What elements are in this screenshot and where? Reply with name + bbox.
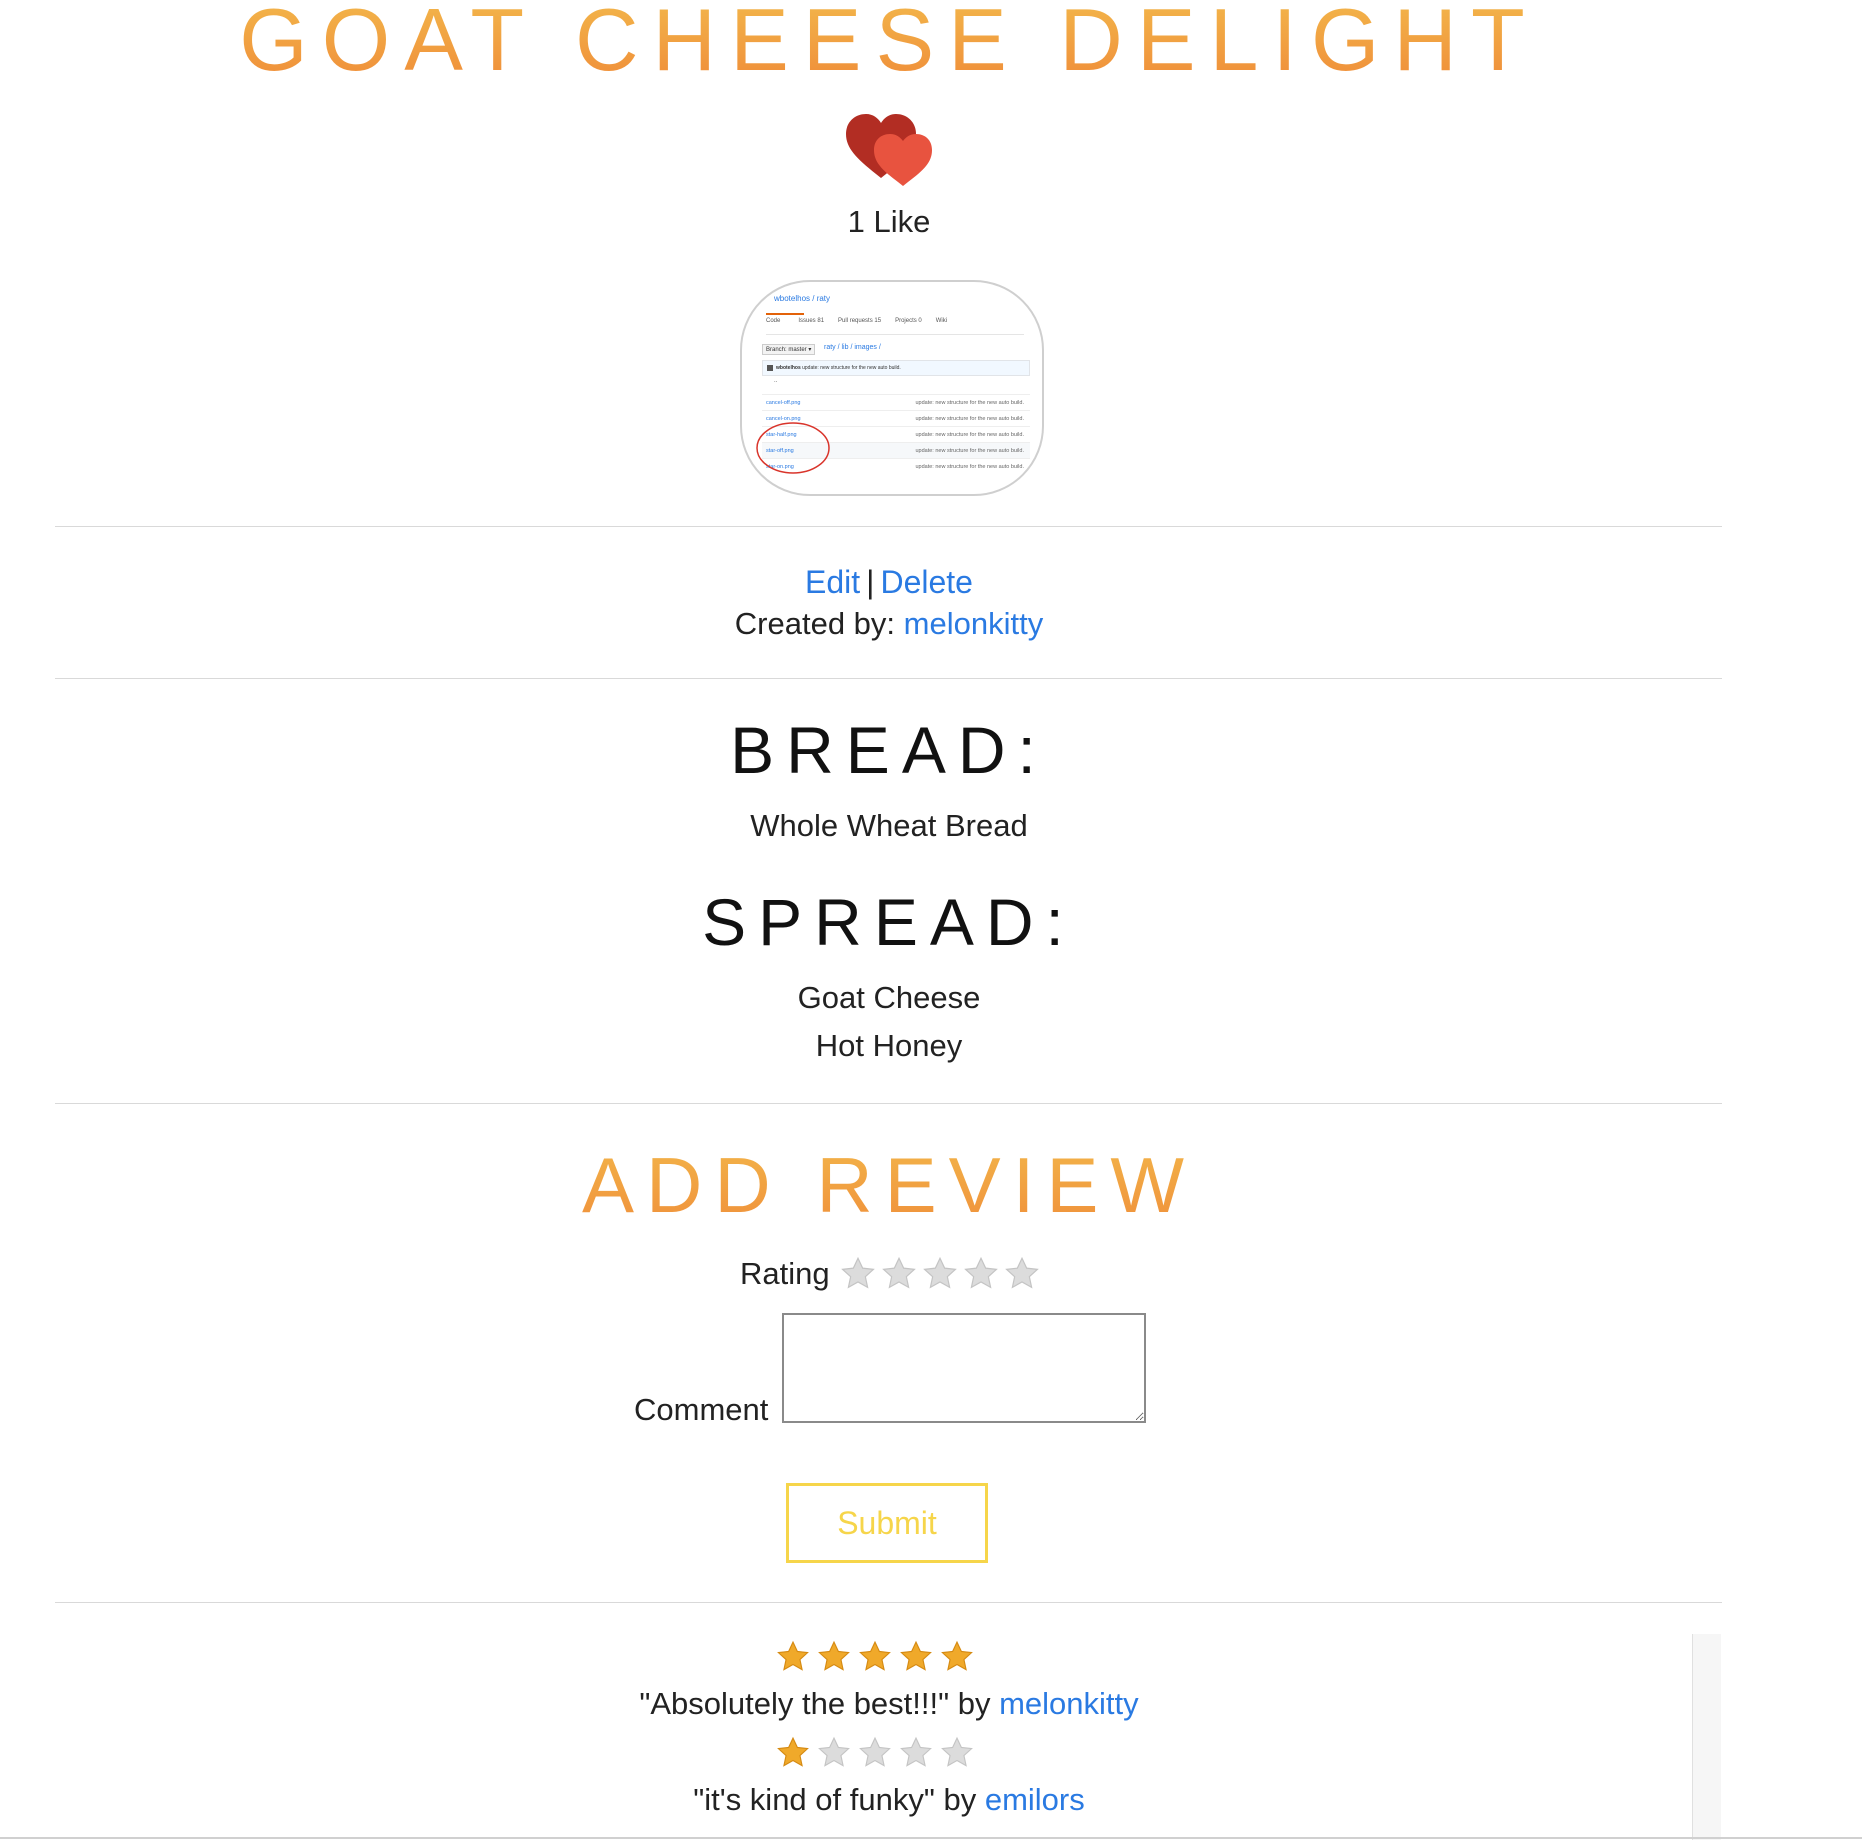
divider — [55, 678, 1722, 679]
thumb-highlight-circle — [756, 422, 830, 474]
star-filled-icon — [941, 1640, 973, 1671]
review-stars — [776, 1736, 981, 1770]
spread-item: Goat Cheese — [797, 980, 981, 1015]
review-stars — [776, 1640, 981, 1674]
thumb-commit-avatar — [767, 365, 773, 371]
star-empty-icon — [941, 1736, 973, 1767]
review-text: "Absolutely the best!!!" by melonkitty — [0, 1686, 1778, 1722]
edit-link[interactable]: Edit — [805, 564, 860, 600]
like-count: 1 Like — [847, 204, 931, 239]
rating-star-input-icon[interactable] — [840, 1256, 876, 1292]
add-review-heading: ADD REVIEW — [0, 1140, 1778, 1231]
thumb-path: raty / lib / images / — [824, 344, 881, 351]
delete-link[interactable]: Delete — [880, 564, 973, 600]
thumb-branch: Branch: master ▾ — [762, 344, 816, 355]
thumb-file-name: cancel-off.png — [766, 399, 801, 406]
star-empty-icon — [859, 1736, 891, 1767]
review-user-link[interactable]: emilors — [985, 1782, 1085, 1817]
comment-input[interactable] — [782, 1313, 1146, 1423]
divider — [55, 526, 1722, 527]
thumb-tab: Issues 81 — [798, 318, 825, 324]
bread-item: Whole Wheat Bread — [750, 808, 1028, 843]
spread-item: Hot Honey — [815, 1028, 963, 1063]
star-empty-icon — [818, 1736, 850, 1767]
star-filled-icon — [818, 1640, 850, 1671]
thumb-tab: Wiki — [935, 318, 948, 324]
rating-star-input-icon[interactable] — [1004, 1256, 1040, 1292]
thumb-file-msg: update: new structure for the new auto b… — [915, 431, 1024, 438]
thumb-tab: Code — [766, 318, 781, 324]
thumb-active-tab-marker — [766, 313, 804, 315]
thumb-tab: Pull requests 15 — [838, 318, 882, 324]
rating-star-input-icon[interactable] — [881, 1256, 917, 1292]
rating-star-input-icon[interactable] — [922, 1256, 958, 1292]
creator-user-link[interactable]: melonkitty — [904, 606, 1044, 641]
thumb-file-msg: update: new structure for the new auto b… — [915, 415, 1024, 422]
review-text: "it's kind of funky" by emilors — [0, 1782, 1778, 1818]
star-filled-icon — [777, 1640, 809, 1671]
star-filled-icon — [859, 1640, 891, 1671]
spread-heading: SPREAD: — [702, 885, 1076, 959]
rating-star-input-icon[interactable] — [963, 1256, 999, 1292]
rating-row: Rating — [740, 1252, 1045, 1296]
thumb-tab: Projects 0 — [895, 318, 922, 324]
review-comment: "it's kind of funky" by — [693, 1782, 985, 1817]
like-hearts-icon[interactable] — [846, 112, 936, 188]
rating-stars — [840, 1256, 1045, 1292]
star-empty-icon — [900, 1736, 932, 1767]
review-user-link[interactable]: melonkitty — [999, 1686, 1139, 1721]
page-bottom-border — [0, 1837, 1862, 1839]
thumb-file-row: cancel-off.png update: new structure for … — [762, 394, 1030, 410]
page-title: GOAT CHEESE DELIGHT — [0, 0, 1778, 84]
thumb-parent-dir: .. — [774, 378, 778, 384]
rating-label: Rating — [740, 1256, 830, 1291]
star-filled-icon — [900, 1640, 932, 1671]
created-by-label: Created by: — [734, 606, 904, 641]
thumb-repo: wbotelhos / raty — [774, 294, 831, 303]
thumb-file-msg: update: new structure for the new auto b… — [915, 399, 1024, 406]
thumb-file-msg: update: new structure for the new auto b… — [915, 463, 1024, 470]
star-filled-icon — [777, 1736, 809, 1767]
thumb-commit-bar: wbotelhos update: new structure for the … — [762, 360, 1030, 376]
bread-heading: BREAD: — [730, 713, 1048, 787]
recipe-actions: Edit | Delete — [0, 564, 1778, 601]
divider — [55, 1602, 1722, 1603]
created-by: Created by: melonkitty — [0, 606, 1778, 642]
thumb-file-msg: update: new structure for the new auto b… — [915, 447, 1024, 454]
thumb-commit-msg: update: new structure for the new auto b… — [802, 365, 901, 371]
submit-button[interactable]: Submit — [786, 1483, 988, 1563]
divider — [55, 1103, 1722, 1104]
action-separator: | — [866, 564, 875, 600]
thumb-tabs: Code Issues 81 Pull requests 15 Projects 0 W… — [766, 318, 1024, 335]
thumb-commit-user: wbotelhos — [776, 365, 801, 371]
comment-label: Comment — [634, 1392, 769, 1427]
recipe-page: GOAT CHEESE DELIGHT 1 Like wbotelhos / r… — [0, 0, 1862, 1840]
sandwich-image: wbotelhos / raty Code Issues 81 Pull reque… — [740, 280, 1044, 496]
review-comment: "Absolutely the best!!!" by — [639, 1686, 1000, 1721]
